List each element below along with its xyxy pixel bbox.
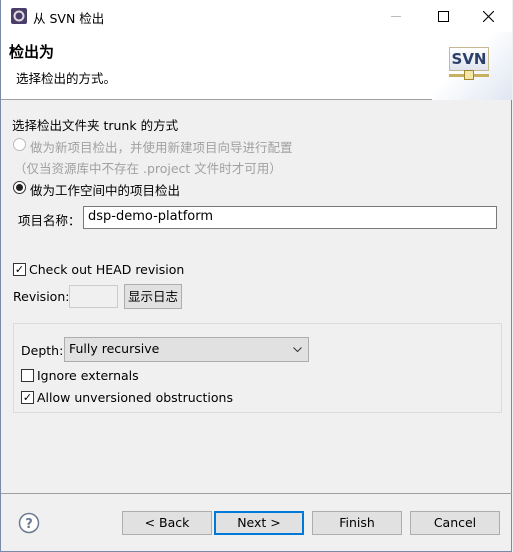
project-name-input[interactable]: dsp-demo-platform: [83, 206, 497, 229]
chevron-down-icon: [293, 347, 302, 353]
revision-input[interactable]: [69, 285, 118, 308]
new-project-note: （仅当资源库中不存在 .project 文件时才可用）: [14, 161, 282, 176]
ignore-externals-checkbox[interactable]: [21, 369, 34, 382]
button-bar-divider: [1, 493, 512, 494]
back-button[interactable]: < Back: [122, 511, 212, 535]
window-title: 从 SVN 检出: [33, 11, 105, 26]
next-button[interactable]: Next >: [214, 511, 304, 535]
svg-text:?: ?: [25, 517, 33, 532]
help-icon[interactable]: ?: [18, 512, 40, 534]
title-bar: 从 SVN 检出: [1, 0, 512, 32]
radio-new-project[interactable]: [13, 138, 26, 151]
maximize-button[interactable]: [438, 11, 449, 22]
show-log-button[interactable]: 显示日志: [124, 284, 182, 309]
eclipse-app-icon: [11, 8, 27, 24]
radio-workspace-project-label: 做为工作空间中的项目检出: [30, 183, 181, 198]
svn-logo: SVN: [449, 47, 489, 71]
head-revision-label: Check out HEAD revision: [29, 262, 185, 277]
allow-unversioned-label: Allow unversioned obstructions: [37, 390, 233, 405]
finish-button[interactable]: Finish: [312, 511, 402, 535]
minimize-button[interactable]: [391, 16, 401, 17]
page-subtitle: 选择检出的方式。: [16, 71, 117, 86]
wizard-header: 检出为 选择检出的方式。 SVN: [1, 32, 512, 100]
head-revision-checkbox[interactable]: ✓: [13, 263, 26, 276]
allow-unversioned-checkbox[interactable]: ✓: [21, 391, 34, 404]
radio-workspace-project[interactable]: [13, 181, 26, 194]
cancel-button[interactable]: Cancel: [410, 511, 500, 535]
svn-checkout-dialog: 从 SVN 检出 检出为 选择检出的方式。 SVN 选择检出文件夹 trunk …: [0, 0, 512, 552]
ignore-externals-label: Ignore externals: [37, 368, 139, 383]
close-icon[interactable]: [483, 11, 494, 22]
radio-new-project-label: 做为新项目检出，并使用新建项目向导进行配置: [30, 140, 293, 155]
depth-label: Depth:: [21, 343, 64, 358]
revision-label: Revision:: [13, 289, 70, 304]
page-title: 检出为: [9, 43, 55, 61]
project-name-label: 项目名称：: [18, 213, 81, 228]
depth-select[interactable]: Fully recursive: [64, 337, 309, 362]
depth-select-value: Fully recursive: [69, 341, 160, 356]
checkout-method-label: 选择检出文件夹 trunk 的方式: [12, 118, 179, 133]
